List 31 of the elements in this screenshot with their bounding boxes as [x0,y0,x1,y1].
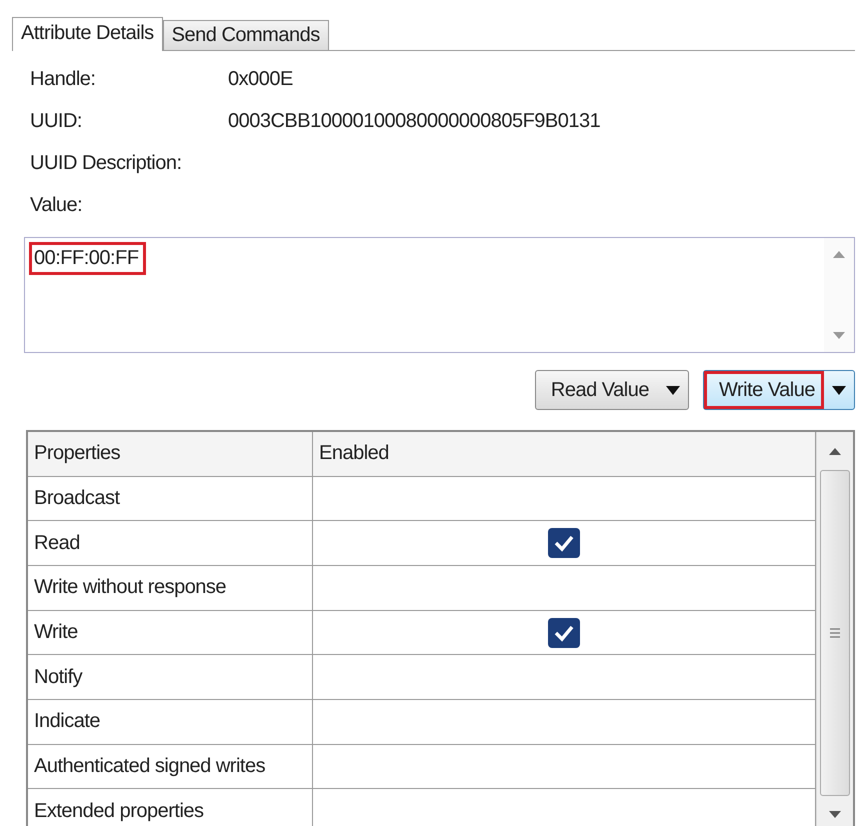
field-value: 0x000E [228,67,294,92]
tab[interactable]: Attribute Details [12,17,163,51]
grip-icon [830,628,840,638]
tab[interactable]: Send Commands [162,20,329,50]
checkbox[interactable] [548,528,580,558]
scroll-up-icon [829,447,841,455]
scrollbar-thumb[interactable] [820,470,850,796]
table-cell: Indicate [28,700,313,744]
field-value: 0003CBB10000100080000000805F9B0131 [228,109,602,134]
table-cell: Write [28,610,313,654]
table-cell: Broadcast [28,476,313,520]
field-label: Value: [30,193,84,218]
table-cell: Write without response [28,566,313,610]
table-cell: Authenticated signed writes [28,744,313,788]
field-label: UUID: [30,109,83,134]
split-button[interactable]: Write Value [702,370,855,410]
scroll-up-icon [833,250,845,258]
field-label: Handle: [30,67,96,92]
table-cell: Notify [28,655,313,700]
table-cell: Read [28,521,313,566]
caret-icon [832,386,846,394]
value-field[interactable]: 00:FF:00:FF [24,237,855,353]
split-button[interactable]: Read Value [534,370,689,410]
field-label: UUID Description: [30,151,183,176]
caret-icon [666,386,680,394]
checkbox[interactable] [548,618,580,648]
scroll-down-icon [833,332,845,340]
table-cell: Extended properties [28,789,313,826]
column-header[interactable]: Properties [28,432,313,476]
value-text: 00:FF:00:FF [29,242,146,275]
scroll-down-icon [829,811,841,819]
